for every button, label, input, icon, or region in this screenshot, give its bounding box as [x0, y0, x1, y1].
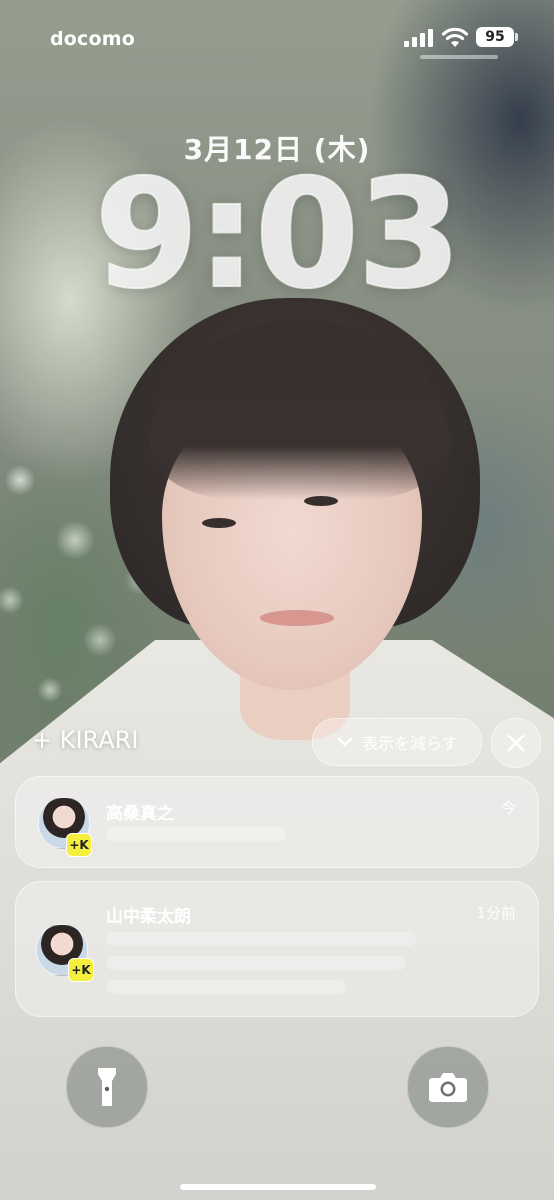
notification-sender: 高桑真之 — [106, 804, 174, 824]
chevron-down-icon — [337, 737, 353, 747]
notification-card[interactable]: +K 山中柔太朗 1分前 — [15, 881, 539, 1017]
camera-button[interactable] — [407, 1046, 489, 1128]
app-badge-icon: +K — [66, 833, 92, 857]
show-less-label: 表示を減らす — [362, 734, 458, 753]
camera-icon — [429, 1073, 467, 1102]
notification-stack-header: + KIRARI 表示を減らす — [0, 716, 554, 768]
show-less-button[interactable]: 表示を減らす — [312, 718, 482, 766]
flashlight-icon — [98, 1068, 116, 1106]
clear-notifications-button[interactable] — [491, 718, 541, 768]
app-badge-icon: +K — [68, 958, 94, 982]
notification-body-redacted — [106, 980, 346, 994]
lock-clock: 9:03 — [93, 148, 462, 322]
notification-group-title: + KIRARI — [32, 726, 139, 754]
notification-sender: 山中柔太朗 — [106, 907, 191, 927]
home-indicator[interactable] — [180, 1184, 376, 1190]
wifi-icon — [441, 27, 469, 47]
status-indicator-line — [420, 55, 498, 59]
notification-time: 今 — [500, 799, 516, 817]
signal-icon — [404, 29, 433, 47]
notification-time: 1分前 — [476, 904, 516, 922]
close-icon — [507, 734, 525, 752]
status-bar: docomo 95 — [0, 0, 554, 70]
battery-icon: 95 — [476, 27, 514, 47]
notification-body-redacted — [106, 956, 406, 970]
notification-card[interactable]: +K 高桑真之 今 — [15, 776, 539, 868]
notification-body-redacted — [106, 827, 286, 841]
battery-nub — [515, 33, 518, 41]
notification-body-redacted — [106, 932, 416, 946]
flashlight-button[interactable] — [66, 1046, 148, 1128]
carrier-label: docomo — [50, 28, 136, 50]
